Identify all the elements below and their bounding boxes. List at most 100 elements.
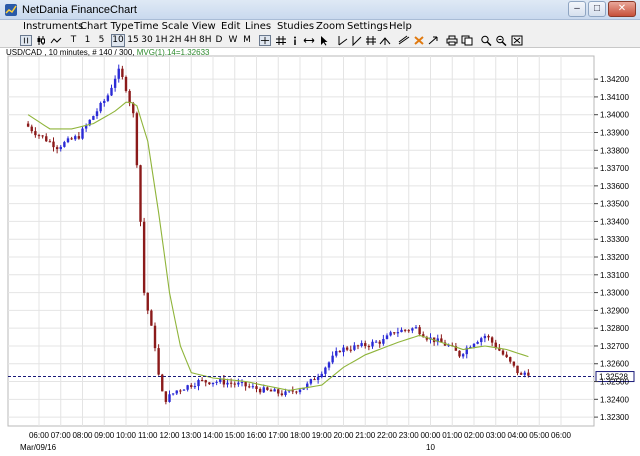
y-tick-label: 1.33900 (600, 128, 629, 137)
interval-1h[interactable]: 1H (155, 34, 168, 47)
date-label: Mar/09/16 (20, 443, 57, 452)
y-tick-label: 1.33700 (600, 164, 629, 173)
interval-8h[interactable]: 8H (199, 34, 212, 47)
interval-30m[interactable]: 30 (141, 34, 153, 47)
candle-body (168, 394, 171, 402)
y-tick-label: 1.33100 (600, 271, 629, 280)
candle-body (240, 382, 244, 384)
bar-chart-icon[interactable] (20, 35, 32, 46)
interval-2h[interactable]: 2H (169, 34, 182, 47)
interval-5m[interactable]: 5 (97, 34, 106, 47)
x-tick-label: 15:00 (225, 431, 246, 440)
candle-body (309, 379, 313, 384)
menu-studies[interactable]: Studies (277, 21, 314, 32)
x-tick-label: 04:00 (507, 431, 528, 440)
close-button[interactable]: ✕ (608, 1, 636, 17)
maximize-button[interactable]: □ (588, 1, 606, 17)
line-chart-icon[interactable] (50, 35, 62, 46)
chart-area[interactable]: 1.32528 1.32300 1.32400 1.32500 1.32600 1.32… (0, 48, 640, 456)
interval-10m[interactable]: 10 (111, 34, 125, 47)
fibonacci-icon[interactable] (351, 35, 363, 46)
candle-body (327, 362, 331, 368)
info-icon[interactable] (289, 35, 301, 46)
delete-icon[interactable] (413, 35, 425, 46)
app-icon (5, 4, 17, 16)
candle-body (527, 372, 530, 376)
candle-body (472, 343, 476, 348)
zoom-out-icon[interactable] (495, 35, 507, 46)
candle-body (331, 355, 334, 363)
x-tick-label: 17:00 (268, 431, 289, 440)
menu-instruments[interactable]: Instruments (23, 21, 83, 32)
minimize-button[interactable]: – (568, 1, 586, 17)
candle-body (150, 310, 153, 326)
candle-body (280, 393, 284, 396)
candle-body (400, 329, 403, 333)
interval-weekly[interactable]: W (228, 34, 238, 47)
menu-chart-type[interactable]: Chart Type (80, 21, 134, 32)
y-tick-label: 1.32400 (600, 395, 629, 404)
window-title: NetDania FinanceChart (22, 4, 137, 16)
candle-body (63, 142, 66, 147)
y-tick-label: 1.34100 (600, 93, 629, 102)
interval-tick[interactable]: T (69, 34, 78, 47)
zoom-in-icon[interactable] (480, 35, 492, 46)
menu-lines[interactable]: Lines (245, 21, 271, 32)
menu-zoom[interactable]: Zoom (316, 21, 345, 32)
chart-legend: USD/CAD , 10 minutes, # 140 / 300, MVG(1… (6, 48, 209, 57)
candle-body (113, 78, 117, 88)
candle-body (99, 102, 102, 112)
interval-monthly[interactable]: M (242, 34, 252, 47)
trendline-icon[interactable] (337, 35, 349, 46)
draw-line-icon[interactable] (398, 35, 410, 46)
candle-body (349, 349, 352, 351)
x-tick-label: 06:00 (551, 431, 572, 440)
interval-4h[interactable]: 4H (184, 34, 197, 47)
menu-edit[interactable]: Edit (221, 21, 240, 32)
cursor-icon[interactable] (318, 35, 330, 46)
candle-body (487, 335, 490, 338)
candle-body (70, 138, 73, 140)
crosshair-icon[interactable] (259, 35, 271, 46)
grid-icon[interactable] (275, 35, 287, 46)
price-chart[interactable]: 1.32528 1.323001.324001.325001.326001.32… (0, 48, 640, 456)
candle-body (124, 76, 128, 91)
menu-view[interactable]: View (192, 21, 216, 32)
candle-body (483, 335, 487, 339)
candle-body (298, 389, 302, 393)
zoom-fit-icon[interactable] (511, 35, 523, 46)
y-tick-label: 1.32500 (600, 378, 629, 387)
print-icon[interactable] (446, 35, 458, 46)
menu-settings[interactable]: Settings (347, 21, 388, 32)
candle-body (77, 136, 81, 139)
moving-average-label: MVG(1).14=1.32633 (136, 48, 210, 57)
candle-body (509, 357, 512, 362)
copy-icon[interactable] (461, 35, 473, 46)
pointer-icon[interactable] (427, 35, 439, 46)
interval-daily[interactable]: D (214, 34, 224, 47)
candle-body (215, 381, 218, 383)
candlestick-chart-icon[interactable] (35, 35, 47, 46)
candle-body (193, 386, 197, 388)
candle-body (237, 382, 240, 385)
channel-icon[interactable] (379, 35, 391, 46)
toolbar: T 1 5 10 15 30 1H 2H 4H 8H D W M (0, 34, 640, 48)
interval-15m[interactable]: 15 (127, 34, 139, 47)
candle-body (258, 388, 262, 393)
menu-time-scale[interactable]: Time Scale (134, 21, 189, 32)
candle-body (414, 327, 418, 329)
candle-body (204, 380, 207, 383)
candle-body (55, 147, 59, 150)
candle-body (295, 391, 298, 393)
arrow-icon[interactable] (365, 35, 377, 46)
x-tick-label: 10:00 (116, 431, 137, 440)
candle-body (26, 123, 30, 127)
y-tick-label: 1.33800 (600, 146, 629, 155)
candle-body (229, 382, 233, 384)
pan-icon[interactable] (303, 35, 315, 46)
interval-1m[interactable]: 1 (83, 34, 92, 47)
y-tick-label: 1.34200 (600, 75, 629, 84)
menu-help[interactable]: Help (389, 21, 412, 32)
candle-body (291, 390, 294, 392)
candle-body (262, 387, 265, 393)
